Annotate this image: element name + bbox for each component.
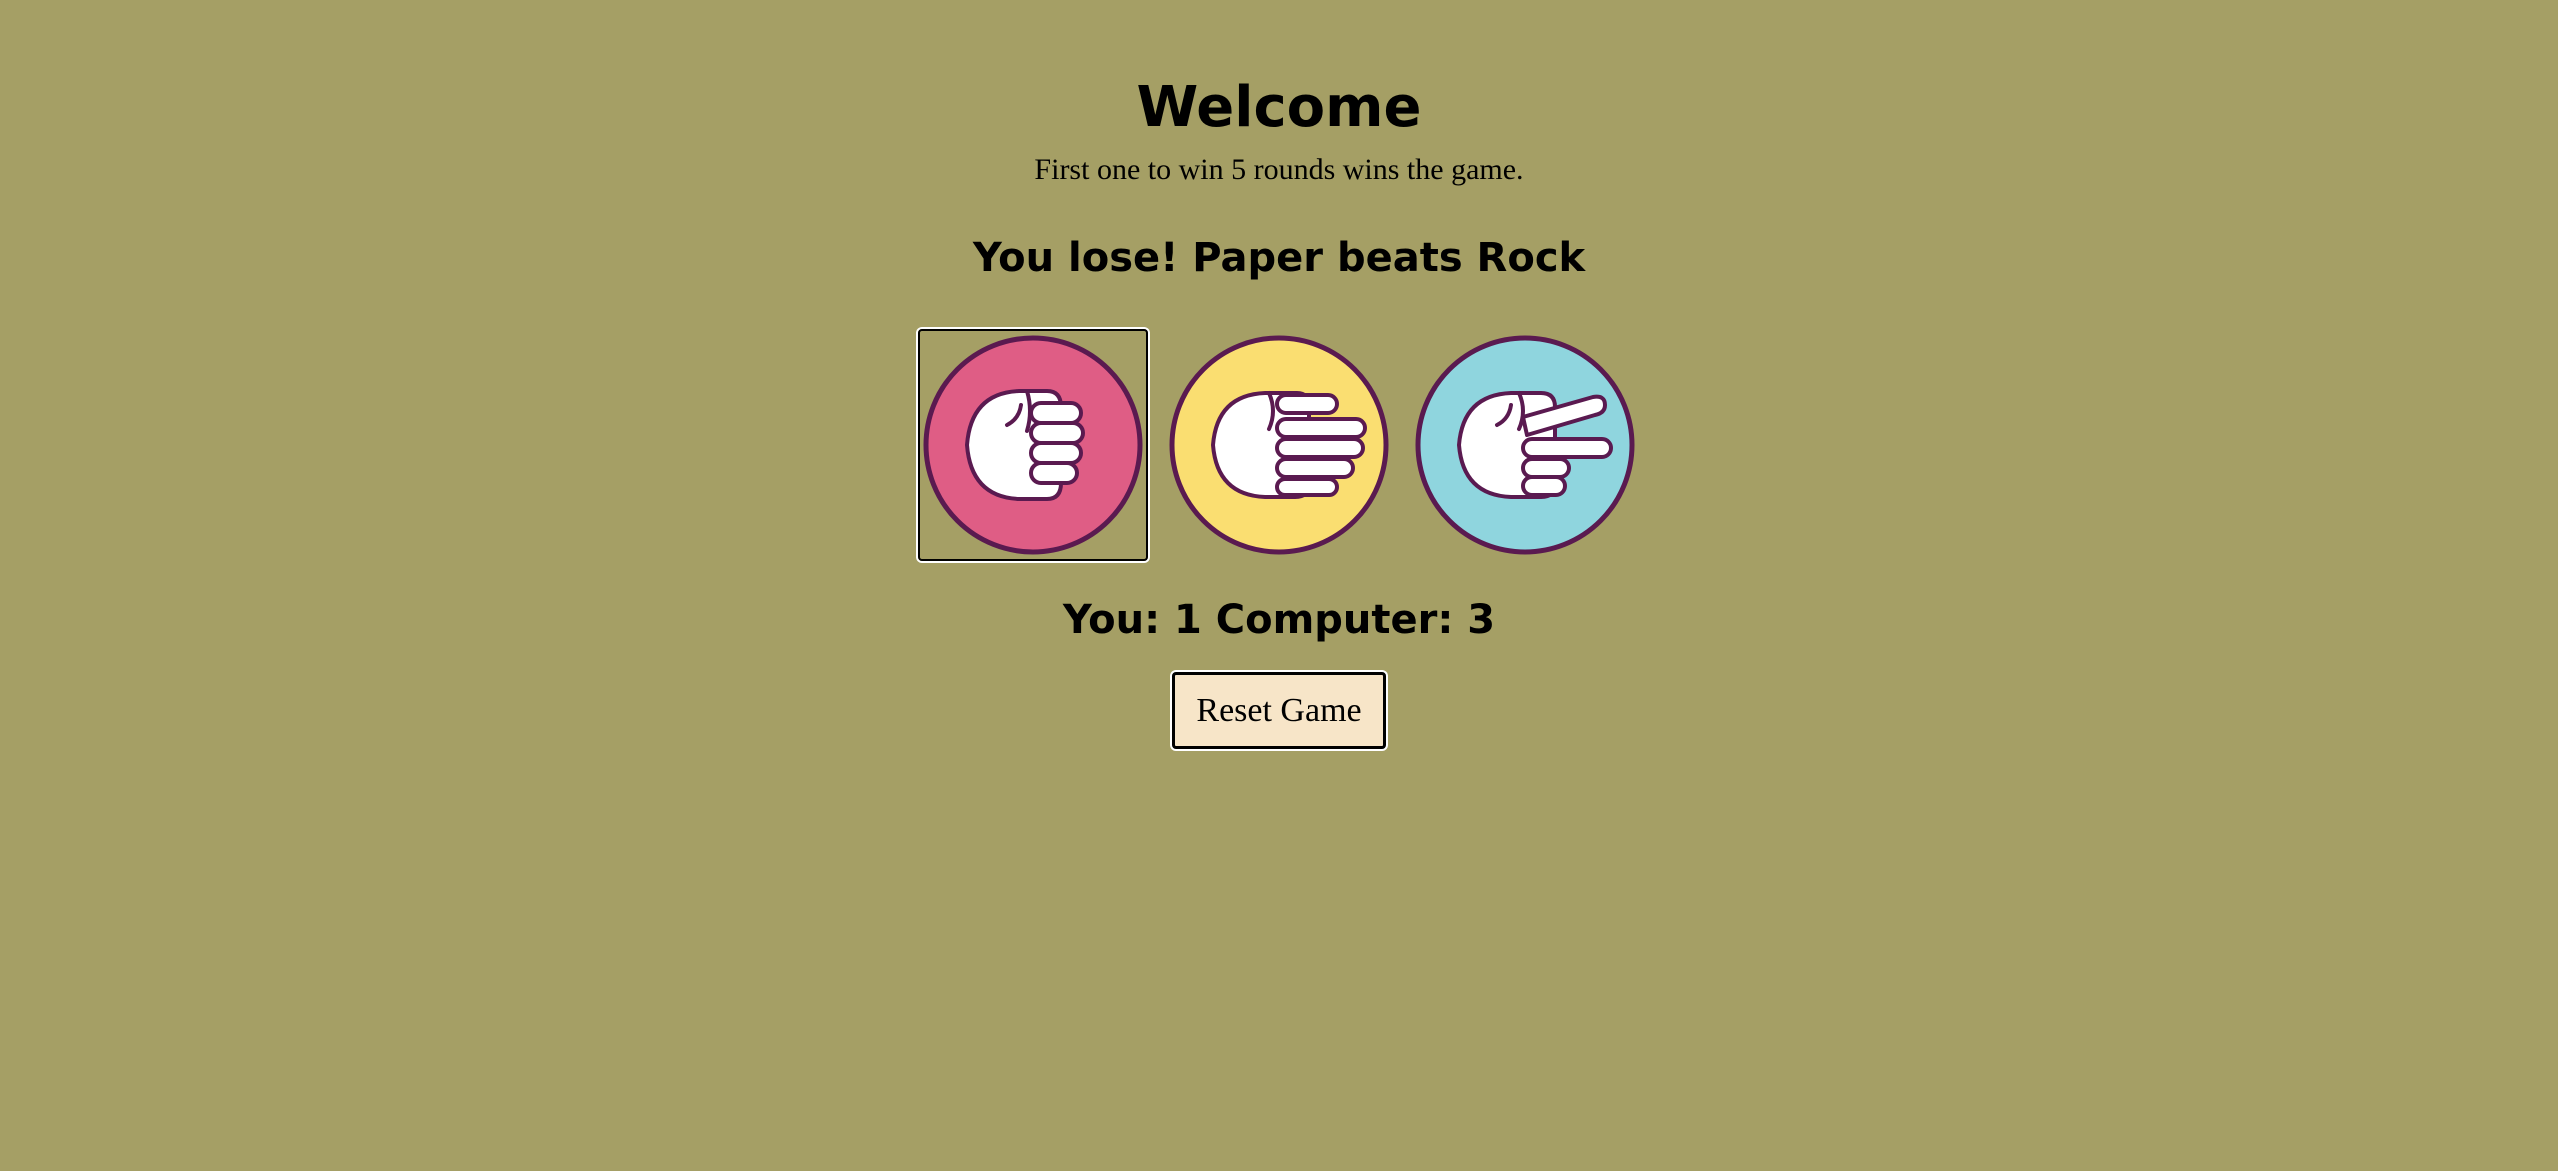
- rock-button[interactable]: [918, 329, 1148, 561]
- choice-buttons: [918, 329, 1640, 561]
- scissors-button[interactable]: [1410, 329, 1640, 561]
- game-rules-text: First one to win 5 rounds wins the game.: [1034, 153, 1524, 186]
- reset-game-button[interactable]: Reset Game: [1172, 672, 1386, 749]
- round-result-text: You lose! Paper beats Rock: [972, 235, 1586, 281]
- game-page: Welcome First one to win 5 rounds wins t…: [0, 0, 2558, 1171]
- score-text: You: 1 Computer: 3: [1062, 597, 1496, 643]
- rock-hand-icon: [923, 335, 1143, 555]
- scissors-hand-icon: [1415, 335, 1635, 555]
- paper-button[interactable]: [1164, 329, 1394, 561]
- paper-hand-icon: [1169, 335, 1389, 555]
- page-title: Welcome: [1136, 75, 1422, 140]
